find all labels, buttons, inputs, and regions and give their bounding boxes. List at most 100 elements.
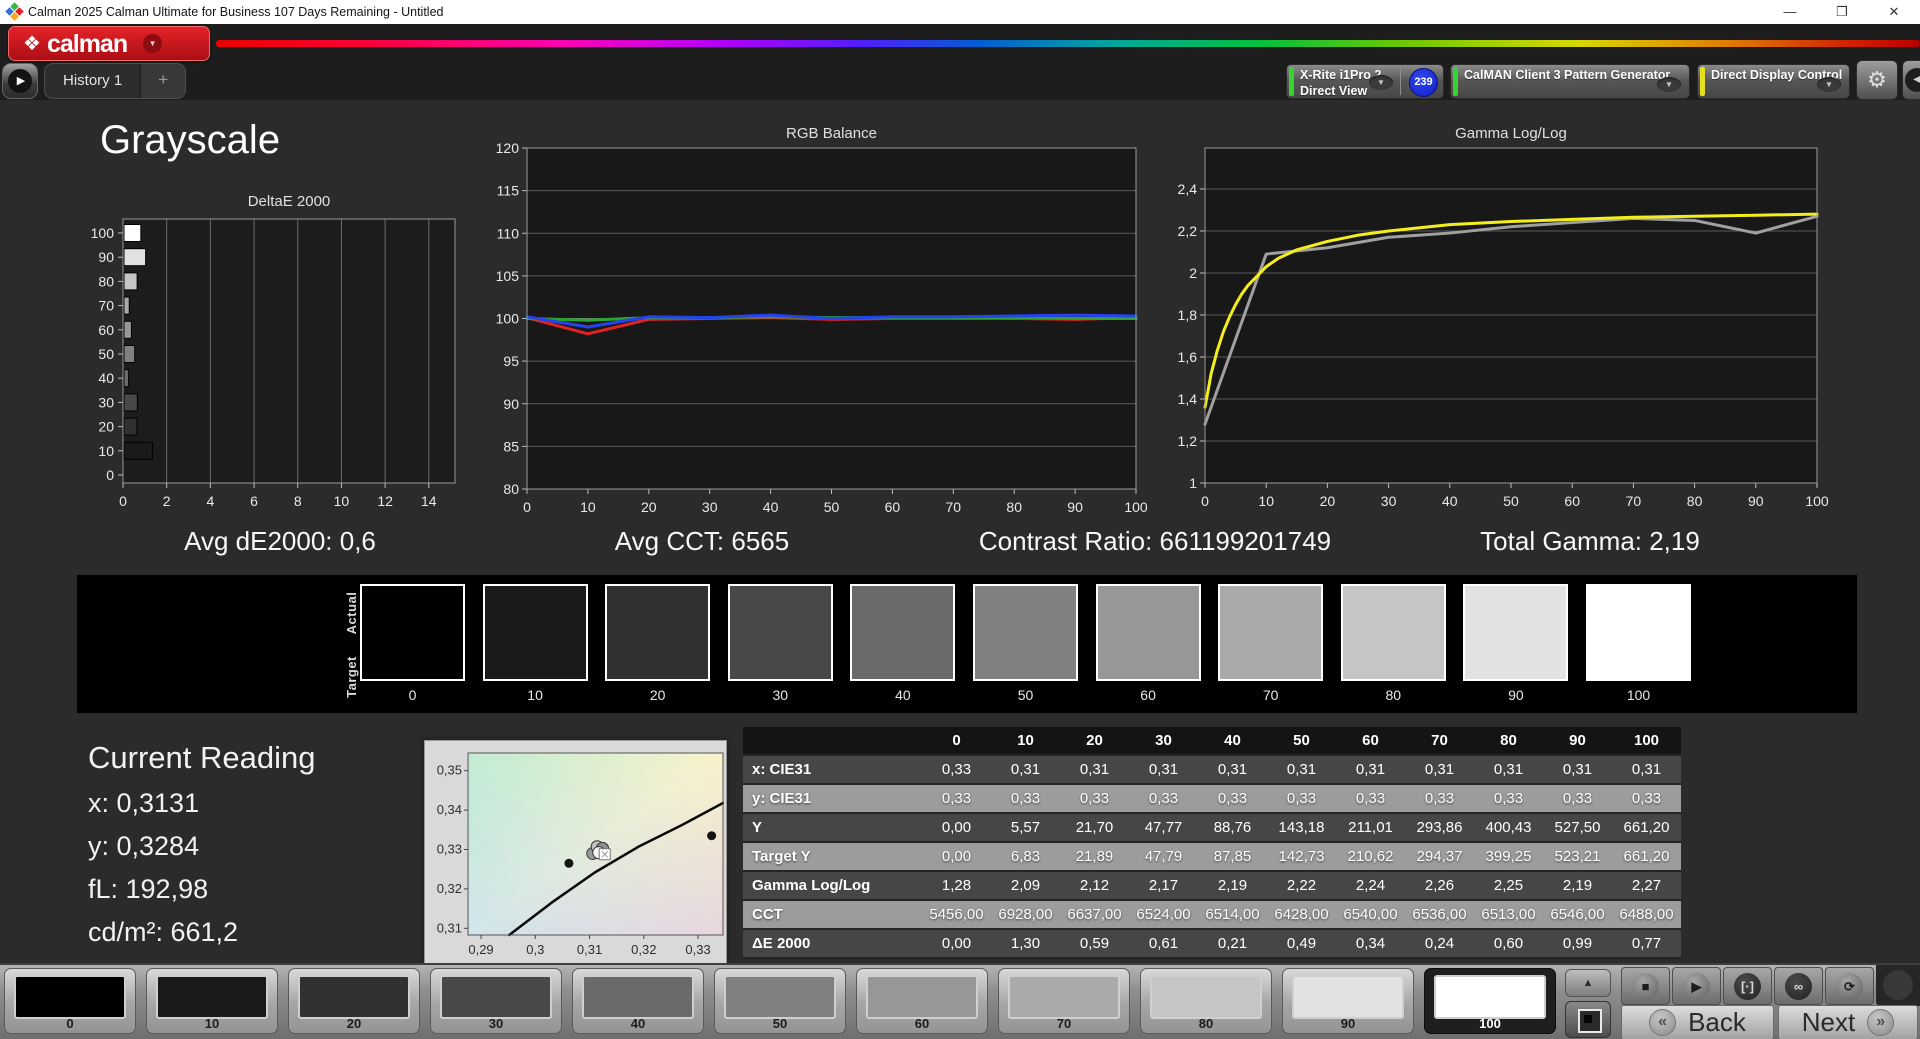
pattern-level-button-100[interactable]: 100 [1424,968,1556,1034]
swatch-label: 80 [1385,687,1402,703]
svg-text:0,34: 0,34 [437,802,462,817]
pattern-level-button-60[interactable]: 60 [856,968,988,1034]
svg-text:0: 0 [106,467,114,483]
svg-text:2,4: 2,4 [1178,181,1198,197]
back-button[interactable]: « Back [1621,1005,1774,1039]
table-cell: 0,31 [1060,755,1129,785]
measure-button[interactable]: [·] [1723,967,1772,1005]
display-control-dropdown[interactable]: Direct Display Control ▼ [1697,64,1850,99]
pattern-level-label: 20 [346,1016,362,1031]
pattern-level-button-50[interactable]: 50 [714,968,846,1034]
restore-icon[interactable]: ❐ [1816,0,1868,24]
table-cell: 0,59 [1060,929,1129,959]
pattern-level-button-10[interactable]: 10 [146,968,278,1034]
pattern-level-button-20[interactable]: 20 [288,968,420,1034]
grayscale-swatch-strip: Actual Target 0 10 20 30 40 50 60 70 80 90 100 [77,575,1857,713]
swatch-label: 40 [895,687,911,703]
pattern-swatch [1008,975,1120,1019]
table-cell: 0,33 [1267,784,1336,814]
play-button[interactable]: ▶ [1672,967,1721,1005]
svg-text:50: 50 [824,499,840,515]
table-cell: 0,31 [1336,755,1405,785]
svg-text:105: 105 [496,268,520,284]
svg-text:50: 50 [98,346,114,362]
table-column-header: 50 [1267,727,1336,756]
pattern-level-button-70[interactable]: 70 [998,968,1130,1034]
minimize-icon[interactable]: — [1764,0,1816,24]
stop-button[interactable]: ■ [1621,967,1670,1005]
svg-text:2: 2 [1189,265,1197,281]
svg-text:0,33: 0,33 [685,942,710,957]
deltae-bar-chart: DeltaE 200010090807060504030201000 2 4 6 8 10… [91,193,456,509]
refresh-button[interactable]: ⟳ [1825,967,1874,1005]
rainbow-strip [216,40,1920,47]
strip-row-label-actual: Actual [344,591,359,635]
pattern-swatch [156,975,268,1019]
table-cell: 5456,00 [922,900,991,930]
pattern-level-button-40[interactable]: 40 [572,968,704,1034]
add-tab-button[interactable]: + [140,64,186,98]
pattern-level-up-button[interactable]: ▲ [1565,969,1611,997]
table-column-header: 80 [1474,727,1543,756]
grayscale-swatch-80 [1340,584,1446,681]
table-column-header: 20 [1060,727,1129,756]
workflow-expand-button[interactable]: ▶ [2,63,38,99]
stat-avg-de2000: Avg dE2000: 0,6 [184,526,376,556]
window-pattern-icon [1578,1009,1602,1033]
table-cell: 2,19 [1543,871,1612,901]
chevron-left-icon: ◀ [1905,68,1920,92]
pattern-window-button[interactable] [1565,1001,1611,1038]
pattern-level-button-0[interactable]: 0 [4,968,136,1034]
meter-count-badge[interactable]: 239 [1409,68,1438,97]
table-row: Gamma Log/Log 1,28 2,09 2,12 2,17 2,19 2,22 2,2… [743,871,1681,901]
close-icon[interactable]: ✕ [1868,0,1920,24]
svg-text:100: 100 [91,225,115,241]
deltae-bar [123,393,138,412]
svg-text:0,33: 0,33 [437,842,462,857]
pattern-generator-dropdown[interactable]: CalMAN Client 3 Pattern Generator ▼ [1450,64,1690,99]
grayscale-swatch-20 [605,584,711,681]
svg-text:120: 120 [496,140,520,156]
svg-text:RGB Balance: RGB Balance [786,125,877,142]
table-cell: 2,09 [991,871,1060,901]
pattern-level-button-80[interactable]: 80 [1140,968,1272,1034]
pattern-swatch [866,975,978,1019]
svg-text:70: 70 [946,499,962,515]
next-button[interactable]: Next » [1778,1005,1918,1039]
table-cell: 0,21 [1198,929,1267,959]
table-row-label: Target Y [743,842,922,872]
tab-history-1[interactable]: History 1 [45,64,140,98]
loop-button[interactable]: ∞ [1774,967,1823,1005]
svg-text:80: 80 [98,273,114,289]
meter-dropdown[interactable]: X-Rite i1Pro 2 Direct View ▼ 239 [1286,64,1444,99]
pattern-generator-status-bar [1453,67,1458,96]
swatch-label: 20 [649,687,666,703]
collapse-panel-button[interactable]: ◀ [1902,60,1920,100]
back-label: Back [1688,1007,1746,1037]
svg-text:80: 80 [1006,499,1022,515]
gamma-chart: Gamma Log/Log 2,4 2,2 2 1,8 1,6 1,4 1,2 10 10 20 30… [1178,125,1829,509]
table-cell: 47,77 [1129,813,1198,843]
svg-text:70: 70 [98,298,114,314]
table-cell: 0,77 [1612,929,1681,959]
pattern-level-button-90[interactable]: 90 [1282,968,1414,1034]
svg-text:0,32: 0,32 [631,942,656,957]
svg-text:40: 40 [98,370,114,386]
table-cell: 399,25 [1474,842,1543,872]
grayscale-swatch-90 [1463,584,1569,681]
pattern-level-button-30[interactable]: 30 [430,968,562,1034]
chevron-down-icon: ▼ [1817,77,1841,92]
tab-bar: History 1 + [44,63,187,99]
table-cell: 6524,00 [1129,900,1198,930]
pattern-swatch [1292,975,1404,1019]
svg-text:Gamma Log/Log: Gamma Log/Log [1455,125,1567,142]
tab-label: History 1 [63,72,123,89]
deltae-bar [123,248,147,267]
table-row: CCT 5456,00 6928,00 6637,00 6524,00 6514,00 64… [743,900,1681,930]
svg-text:110: 110 [497,225,520,241]
page-title: Grayscale [100,118,281,162]
table-cell: 0,31 [1543,755,1612,785]
settings-button[interactable]: ⚙ [1856,60,1898,100]
calman-menu-button[interactable]: ❖ calman ▼ [8,26,210,61]
swatch-label: 100 [1626,687,1651,703]
